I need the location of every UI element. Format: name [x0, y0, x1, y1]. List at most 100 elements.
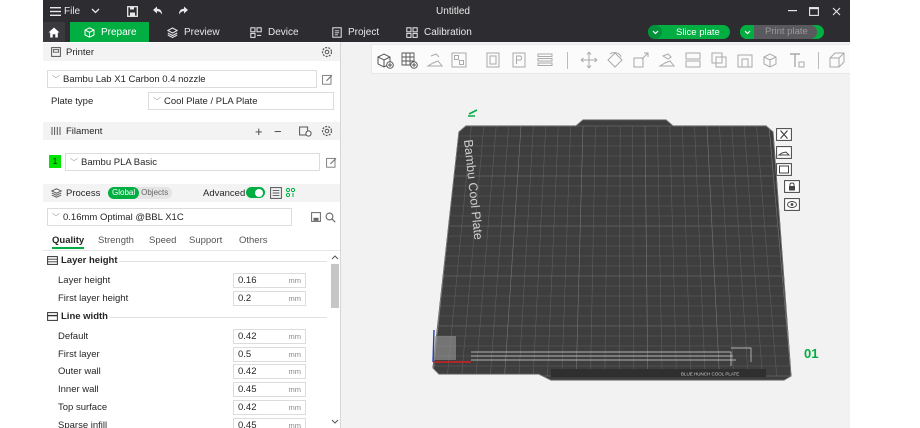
- tab-preview[interactable]: Preview: [167, 22, 227, 42]
- tab-calibration[interactable]: Calibration: [406, 22, 486, 42]
- scrollbar-thumb[interactable]: [331, 264, 339, 308]
- save-icon[interactable]: [125, 0, 139, 22]
- printer-section-header[interactable]: Printer: [43, 43, 340, 61]
- scroll-down-icon[interactable]: [331, 419, 339, 424]
- layer-height-input[interactable]: 0.16 mm: [233, 273, 306, 288]
- title-bar: File Untitled: [43, 0, 850, 22]
- inner-wall-line-width-input[interactable]: 0.45 mm: [233, 382, 306, 397]
- tab-prepare[interactable]: Prepare: [70, 22, 149, 42]
- toolbar-divider: [818, 52, 819, 69]
- lay-on-face-icon[interactable]: [658, 51, 676, 69]
- subtab-speed[interactable]: Speed: [149, 235, 176, 246]
- toggle-objects[interactable]: Objects: [139, 187, 172, 199]
- hamburger-menu-icon[interactable]: [49, 0, 61, 22]
- add-plate-icon[interactable]: [400, 51, 418, 69]
- window-title: Untitled: [436, 5, 470, 17]
- scale-icon[interactable]: [632, 51, 650, 69]
- first-layer-height-input[interactable]: 0.2 mm: [233, 291, 306, 306]
- auto-orient-icon[interactable]: [426, 51, 444, 69]
- chevron-down-icon[interactable]: [89, 0, 101, 22]
- plate-type-label: Plate type: [51, 96, 94, 107]
- compare-list-icon[interactable]: [270, 187, 282, 199]
- redo-icon[interactable]: [176, 0, 190, 22]
- maximize-icon[interactable]: [807, 0, 821, 22]
- bambu-studio-window: File Untitled Prepare Preview Device Pro…: [43, 0, 850, 428]
- param-unit: mm: [288, 421, 302, 428]
- home-button[interactable]: [43, 22, 65, 42]
- gear-icon[interactable]: [321, 46, 333, 58]
- param-label: Top surface: [58, 402, 108, 413]
- default-line-width-input[interactable]: 0.42 mm: [233, 329, 306, 344]
- plate-edit-icon[interactable]: [468, 109, 478, 117]
- close-window-icon[interactable]: [829, 0, 843, 22]
- group-line-width-title: Line width: [61, 311, 108, 322]
- layer-height-icon: [47, 256, 58, 265]
- advanced-toggle[interactable]: [246, 187, 265, 198]
- printer-selector-value: Bambu Lab X1 Carbon 0.4 nozzle: [63, 73, 206, 85]
- split-parts-icon[interactable]: [510, 51, 528, 69]
- rotate-icon[interactable]: [606, 51, 624, 69]
- undo-icon[interactable]: [150, 0, 164, 22]
- tab-project[interactable]: Project: [332, 22, 392, 42]
- param-label: Outer wall: [58, 366, 101, 377]
- remove-filament-button[interactable]: −: [274, 124, 282, 139]
- tab-preview-label: Preview: [184, 26, 220, 38]
- global-objects-toggle: Global Objects: [108, 187, 173, 199]
- printer-selector[interactable]: ﹀ Bambu Lab X1 Carbon 0.4 nozzle: [47, 70, 317, 88]
- group-divider: [109, 317, 327, 318]
- file-menu[interactable]: File: [64, 0, 84, 22]
- mesh-boolean-icon[interactable]: [710, 51, 728, 69]
- scroll-up-icon[interactable]: [331, 255, 339, 260]
- search-icon[interactable]: [324, 211, 336, 223]
- param-unit: mm: [288, 403, 302, 412]
- edit-icon[interactable]: [325, 156, 337, 168]
- split-objects-icon[interactable]: [484, 51, 502, 69]
- process-preset-selector[interactable]: ﹀ 0.16mm Optimal @BBL X1C: [47, 208, 292, 226]
- slice-plate-button[interactable]: Slice plate: [648, 25, 730, 39]
- filament-sync-icon[interactable]: [299, 125, 312, 137]
- 3d-viewport[interactable]: Bambu Cool Plate BLUE HUNCH COOL PLATE 0…: [341, 42, 850, 428]
- outer-wall-line-width-input[interactable]: 0.42 mm: [233, 364, 306, 379]
- save-preset-icon[interactable]: [310, 211, 322, 223]
- pin-icon[interactable]: [285, 187, 296, 198]
- cut-icon[interactable]: [684, 51, 702, 69]
- minimize-icon[interactable]: [785, 0, 799, 22]
- sparse-infill-line-width-input[interactable]: 0.45 mm: [233, 418, 306, 428]
- plate-label-text: BLUE HUNCH COOL PLATE: [681, 372, 739, 377]
- first-layer-line-width-input[interactable]: 0.5 mm: [233, 347, 306, 362]
- filament-selector[interactable]: ﹀ Bambu PLA Basic: [65, 153, 320, 171]
- add-filament-button[interactable]: +: [255, 124, 263, 139]
- build-plate[interactable]: Bambu Cool Plate BLUE HUNCH COOL PLATE 0…: [411, 104, 831, 394]
- subtab-support[interactable]: Support: [189, 235, 222, 246]
- tab-device-label: Device: [268, 26, 299, 38]
- edit-icon[interactable]: [321, 73, 333, 85]
- toggle-global[interactable]: Global: [108, 187, 140, 199]
- print-plate-button[interactable]: Print plate: [754, 25, 817, 39]
- assembly-view-icon[interactable]: [828, 51, 846, 69]
- chevron-down-icon[interactable]: [648, 25, 662, 39]
- variable-layer-icon[interactable]: [536, 51, 554, 69]
- param-value: 0.45: [238, 384, 257, 395]
- filament-section-header[interactable]: Filament + −: [43, 122, 340, 140]
- subtab-quality[interactable]: Quality: [52, 235, 85, 249]
- seam-paint-icon[interactable]: [762, 51, 780, 69]
- gear-icon[interactable]: [321, 125, 333, 137]
- param-label: Inner wall: [58, 384, 99, 395]
- origin-marker: [434, 336, 456, 360]
- tab-device[interactable]: Device: [250, 22, 310, 42]
- filament-slot-swatch[interactable]: 1: [49, 155, 61, 168]
- text-icon[interactable]: [788, 51, 806, 69]
- chevron-down-icon[interactable]: [740, 25, 754, 39]
- move-icon[interactable]: [580, 51, 598, 69]
- panel-scrollbar[interactable]: [330, 252, 340, 428]
- param-value: 0.45: [238, 420, 257, 428]
- plate-type-selector[interactable]: ﹀ Cool Plate / PLA Plate: [148, 92, 334, 110]
- arrange-icon[interactable]: [450, 51, 468, 69]
- add-object-icon[interactable]: [376, 51, 394, 69]
- top-surface-line-width-input[interactable]: 0.42 mm: [233, 400, 306, 415]
- plate-number: 01: [804, 346, 818, 361]
- param-label: Layer height: [58, 275, 111, 286]
- subtab-others[interactable]: Others: [239, 235, 268, 246]
- support-paint-icon[interactable]: [736, 51, 754, 69]
- subtab-strength[interactable]: Strength: [98, 235, 134, 246]
